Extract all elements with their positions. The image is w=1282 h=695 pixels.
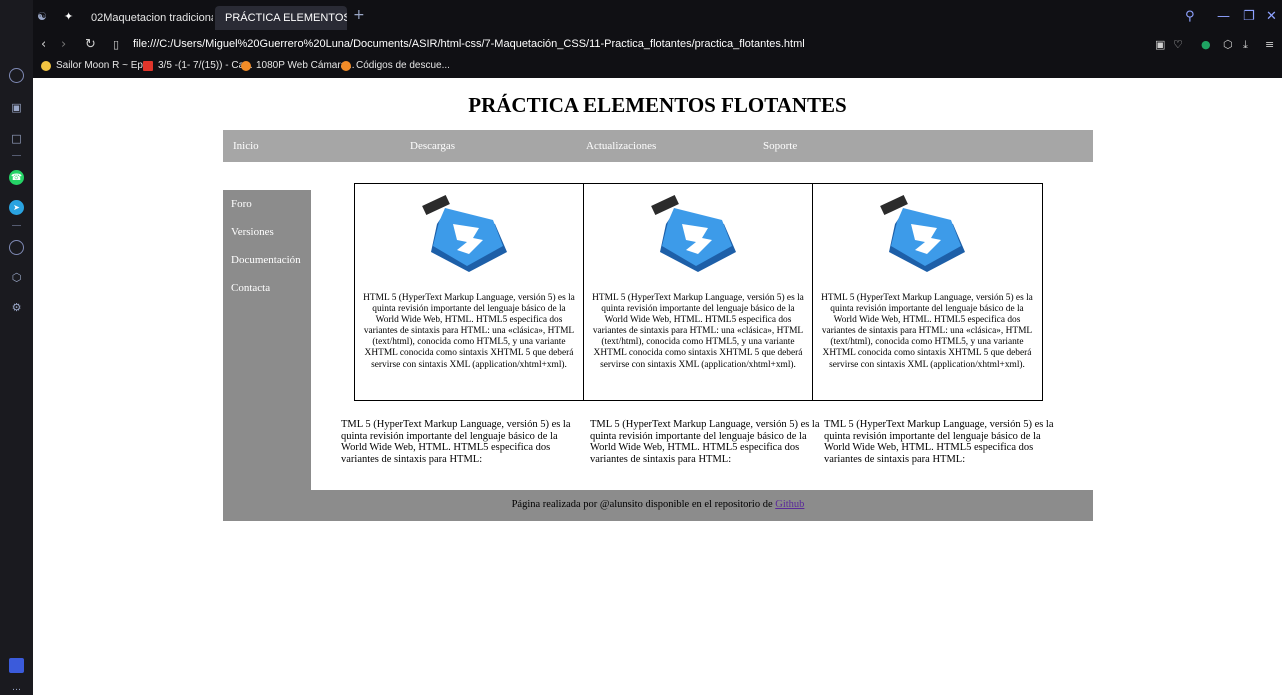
- minimize-icon[interactable]: —: [1217, 9, 1230, 24]
- telegram-icon[interactable]: ➤: [9, 200, 24, 215]
- top-navigation: Inicio Descargas Actualizaciones Soporte: [223, 130, 1093, 162]
- reload-icon[interactable]: ↻: [85, 37, 96, 52]
- html5-logo-icon: [422, 194, 507, 272]
- html5-logo-icon: [651, 194, 736, 272]
- cube-icon[interactable]: ⬡: [9, 270, 24, 285]
- history-icon[interactable]: [9, 240, 24, 255]
- heart-icon[interactable]: ♡: [1173, 38, 1183, 51]
- download-icon[interactable]: ⤓: [1243, 38, 1248, 52]
- nav-link-actualizaciones[interactable]: Actualizaciones: [586, 140, 656, 152]
- bookmark-favicon-icon: [143, 60, 153, 71]
- web-page: PRÁCTICA ELEMENTOS FLOTANTES Inicio Desc…: [33, 78, 1282, 695]
- github-link[interactable]: Github: [775, 499, 804, 510]
- settings-icon[interactable]: ⚙: [9, 300, 24, 315]
- whatsapp-icon[interactable]: ☎: [9, 170, 24, 185]
- side-link-versiones[interactable]: Versiones: [231, 226, 274, 238]
- speed-dial-icon[interactable]: [9, 68, 24, 83]
- footer-text: Página realizada por @alunsito disponibl…: [511, 499, 773, 510]
- search-tabs-icon[interactable]: ⚲: [1185, 9, 1195, 24]
- extension-icon[interactable]: ●: [1201, 38, 1211, 51]
- card-text: HTML 5 (HyperText Markup Language, versi…: [821, 293, 1033, 370]
- shopping-bag-icon[interactable]: ▣: [9, 100, 24, 115]
- bookmark-item[interactable]: 3/5 -(1- 7/(15)) - Ca...: [143, 60, 252, 71]
- forward-icon[interactable]: ›: [61, 37, 66, 52]
- cube-toolbar-icon[interactable]: ⬡: [1223, 38, 1233, 51]
- tab-strip: ☯ ✦ 02Maquetacion tradicional PRÁCTICA E…: [33, 0, 1282, 34]
- page-title: PRÁCTICA ELEMENTOS FLOTANTES: [468, 93, 847, 117]
- nav-link-descargas[interactable]: Descargas: [410, 140, 455, 152]
- tab-menu-icon[interactable]: ☯: [37, 10, 47, 23]
- card-text: HTML 5 (HyperText Markup Language, versi…: [592, 293, 804, 370]
- nav-link-soporte[interactable]: Soporte: [763, 140, 797, 152]
- card: HTML 5 (HyperText Markup Language, versi…: [355, 184, 584, 400]
- menu-icon[interactable]: ≡: [1265, 38, 1274, 51]
- bookmark-favicon-icon: [341, 60, 351, 71]
- sidebar-toggle-icon[interactable]: [9, 658, 24, 673]
- card: HTML 5 (HyperText Markup Language, versi…: [813, 184, 1042, 400]
- bookmark-item[interactable]: 1080P Web Cámara...: [241, 60, 355, 71]
- side-link-foro[interactable]: Foro: [231, 198, 252, 210]
- tab-practica[interactable]: PRÁCTICA ELEMENTOS FL ✕: [215, 6, 347, 30]
- sidebar-divider: [12, 155, 21, 156]
- more-icon[interactable]: …: [9, 680, 24, 695]
- twitter-icon[interactable]: ✦: [64, 10, 73, 23]
- lower-paragraph: TML 5 (HyperText Markup Language, versió…: [590, 419, 820, 465]
- nav-link-inicio[interactable]: Inicio: [233, 140, 259, 152]
- card-row: HTML 5 (HyperText Markup Language, versi…: [354, 183, 1043, 401]
- page-footer: Página realizada por @alunsito disponibl…: [223, 490, 1093, 521]
- tab-maquetacion[interactable]: 02Maquetacion tradicional: [81, 6, 213, 30]
- file-icon: ▯: [113, 38, 120, 51]
- html5-logo-icon: [880, 194, 965, 272]
- lower-paragraph: TML 5 (HyperText Markup Language, versió…: [341, 419, 571, 465]
- snap-icon[interactable]: ❐: [1243, 9, 1255, 24]
- address-bar: ‹ › ↻ ▯ file:///C:/Users/Miguel%20Guerre…: [33, 34, 1282, 56]
- bookmarks-bar: Sailor Moon R ~ Ep... 3/5 -(1- 7/(15)) -…: [33, 56, 1282, 78]
- side-link-documentacion[interactable]: Documentación: [231, 254, 301, 266]
- tab-label: PRÁCTICA ELEMENTOS FL: [225, 12, 347, 24]
- browser-sidebar: ▣ □ ☎ ➤ ⬡ ⚙ …: [0, 0, 33, 695]
- tab-label: 02Maquetacion tradicional: [91, 12, 213, 24]
- card-text: HTML 5 (HyperText Markup Language, versi…: [363, 293, 575, 370]
- bookmark-favicon-icon: [41, 60, 51, 71]
- bookmark-item[interactable]: Códigos de descue...: [341, 60, 450, 71]
- lower-paragraph: TML 5 (HyperText Markup Language, versió…: [824, 419, 1054, 465]
- bookmark-favicon-icon: [241, 60, 251, 71]
- new-tab-button[interactable]: +: [353, 7, 365, 23]
- camera-icon[interactable]: ▣: [1155, 38, 1165, 51]
- side-link-contacta[interactable]: Contacta: [231, 282, 270, 294]
- messenger-icon[interactable]: □: [9, 131, 24, 146]
- back-icon[interactable]: ‹: [41, 37, 46, 52]
- sidebar-divider: [12, 225, 21, 226]
- close-window-icon[interactable]: ✕: [1266, 9, 1277, 24]
- bookmark-item[interactable]: Sailor Moon R ~ Ep...: [41, 60, 151, 71]
- card: HTML 5 (HyperText Markup Language, versi…: [584, 184, 813, 400]
- url-input[interactable]: file:///C:/Users/Miguel%20Guerrero%20Lun…: [133, 38, 805, 50]
- side-navigation: Foro Versiones Documentación Contacta: [223, 190, 311, 490]
